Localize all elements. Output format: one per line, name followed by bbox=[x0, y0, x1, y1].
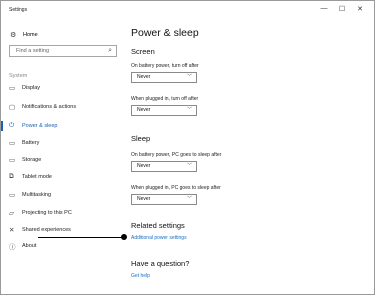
chevron-down-icon: ﹀ bbox=[186, 163, 192, 169]
dropdown-value: Never bbox=[137, 74, 151, 80]
sidebar-item-label: About bbox=[22, 243, 37, 249]
sleep-battery-dropdown[interactable]: Never ﹀ bbox=[131, 161, 197, 172]
tablet-mode-icon: ⧉ bbox=[9, 173, 14, 180]
screen-plugged-label: When plugged in, turn off after bbox=[131, 96, 199, 102]
battery-icon: ▭ bbox=[9, 140, 16, 147]
sidebar-item-label: Power & sleep bbox=[22, 123, 58, 129]
sidebar-item-label: Multitasking bbox=[22, 192, 52, 198]
notifications-icon: ▢ bbox=[9, 104, 16, 111]
main-content: Power & sleep Screen On battery power, t… bbox=[123, 21, 373, 293]
sidebar-item-display[interactable]: ▭ Display bbox=[9, 83, 40, 93]
sidebar-item-multitasking[interactable]: ▭ Multitasking bbox=[9, 190, 51, 200]
sidebar-item-power-sleep[interactable]: ⏻ Power & sleep bbox=[9, 121, 57, 131]
additional-power-settings-link[interactable]: Additional power settings bbox=[131, 235, 187, 241]
settings-window: Settings — ☐ ✕ ⚙ Home Find a setting ⌕ S… bbox=[0, 0, 375, 295]
sidebar-item-notifications[interactable]: ▢ Notifications & actions bbox=[9, 102, 76, 112]
sidebar: ⚙ Home Find a setting ⌕ System ▭ Display… bbox=[1, 21, 123, 293]
section-heading-screen: Screen bbox=[131, 47, 155, 56]
chevron-down-icon: ﹀ bbox=[186, 74, 192, 80]
projecting-icon: ▱ bbox=[9, 210, 14, 217]
sidebar-item-projecting[interactable]: ▱ Projecting to this PC bbox=[9, 208, 72, 218]
power-icon: ⏻ bbox=[9, 122, 15, 129]
section-heading-related: Related settings bbox=[131, 221, 185, 230]
sidebar-item-label: Display bbox=[22, 85, 41, 91]
title-bar: Settings — ☐ ✕ bbox=[1, 1, 374, 21]
gear-icon: ⚙ bbox=[10, 32, 17, 39]
get-help-link[interactable]: Get help bbox=[131, 273, 150, 279]
section-heading-question: Have a question? bbox=[131, 259, 190, 268]
page-title: Power & sleep bbox=[131, 27, 199, 39]
shared-experiences-icon: ✕ bbox=[9, 227, 15, 234]
sidebar-item-label: Shared experiences bbox=[22, 227, 71, 233]
sleep-plugged-label: When plugged in, PC goes to sleep after bbox=[131, 185, 221, 191]
sidebar-item-about[interactable]: ⓘ About bbox=[9, 241, 36, 251]
info-icon: ⓘ bbox=[9, 244, 16, 251]
screen-plugged-dropdown[interactable]: Never ﹀ bbox=[131, 105, 197, 116]
minimize-button[interactable]: — bbox=[317, 5, 331, 12]
callout-line bbox=[38, 237, 124, 238]
search-icon: ⌕ bbox=[108, 47, 112, 54]
chevron-down-icon: ﹀ bbox=[186, 107, 192, 113]
sidebar-item-label: Storage bbox=[22, 157, 42, 163]
screen-battery-label: On battery power, turn off after bbox=[131, 63, 199, 69]
dropdown-value: Never bbox=[137, 107, 151, 113]
display-icon: ▭ bbox=[9, 85, 16, 92]
sidebar-item-label: Tablet mode bbox=[22, 174, 52, 180]
section-heading-sleep: Sleep bbox=[131, 134, 151, 143]
sleep-plugged-dropdown[interactable]: Never ﹀ bbox=[131, 194, 197, 205]
dropdown-value: Never bbox=[137, 196, 151, 202]
maximize-button[interactable]: ☐ bbox=[335, 5, 349, 13]
active-indicator bbox=[1, 121, 3, 131]
sidebar-item-label: Notifications & actions bbox=[22, 104, 77, 110]
screen-battery-dropdown[interactable]: Never ﹀ bbox=[131, 72, 197, 83]
section-label-system: System bbox=[9, 73, 28, 79]
search-input[interactable]: Find a setting ⌕ bbox=[9, 45, 117, 57]
chevron-down-icon: ﹀ bbox=[186, 196, 192, 202]
storage-icon: ▭ bbox=[9, 157, 16, 164]
dropdown-value: Never bbox=[137, 163, 151, 169]
sidebar-item-shared-experiences[interactable]: ✕ Shared experiences bbox=[9, 225, 71, 235]
home-label: Home bbox=[23, 32, 38, 38]
close-button[interactable]: ✕ bbox=[353, 5, 367, 13]
sidebar-item-label: Battery bbox=[22, 140, 40, 146]
sidebar-item-storage[interactable]: ▭ Storage bbox=[9, 155, 41, 165]
sidebar-item-tablet-mode[interactable]: ⧉ Tablet mode bbox=[9, 172, 52, 182]
window-title: Settings bbox=[9, 7, 28, 13]
sidebar-item-battery[interactable]: ▭ Battery bbox=[9, 138, 39, 148]
sleep-battery-label: On battery power, PC goes to sleep after bbox=[131, 152, 222, 158]
search-placeholder: Find a setting bbox=[16, 48, 50, 54]
sidebar-item-label: Projecting to this PC bbox=[22, 210, 72, 216]
sidebar-home[interactable]: ⚙ Home bbox=[10, 30, 38, 40]
multitasking-icon: ▭ bbox=[9, 192, 16, 199]
